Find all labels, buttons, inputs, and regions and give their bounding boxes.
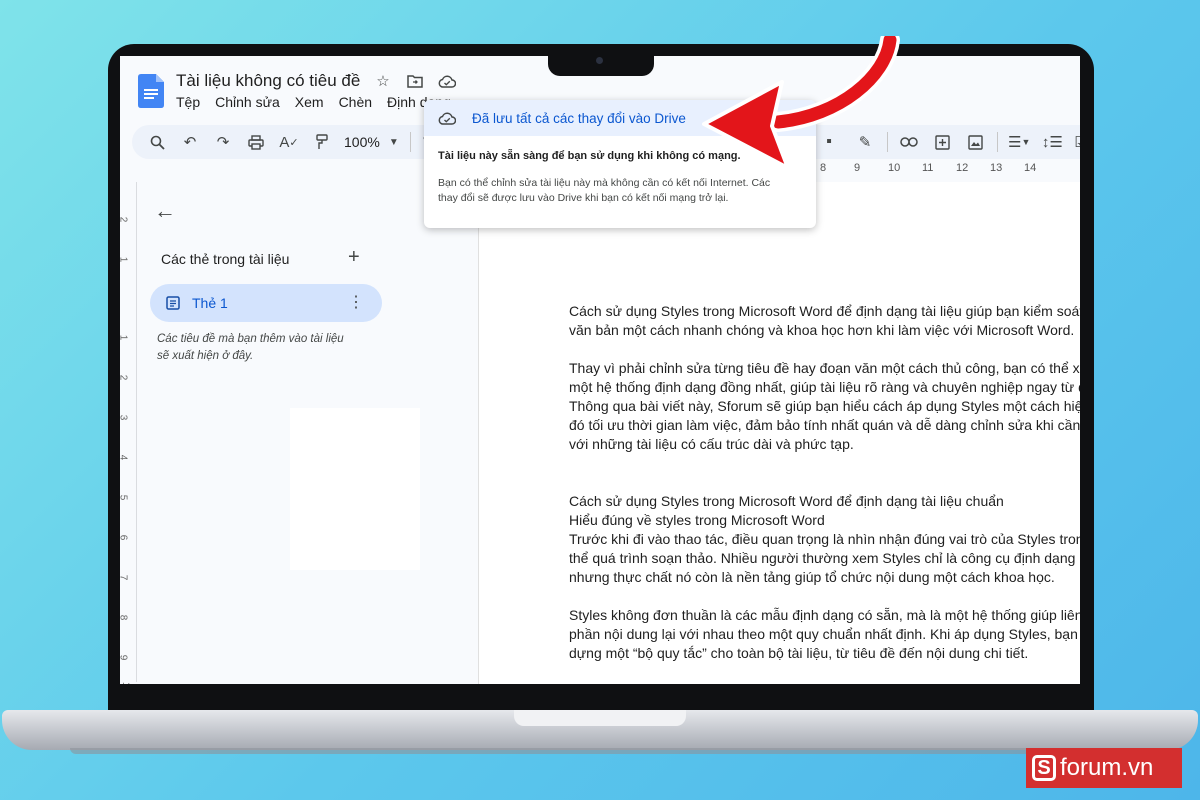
sforum-watermark: S forum.vn	[1026, 748, 1182, 788]
text-line: Thông qua bài viết này, Sforum sẽ giúp b…	[569, 398, 1080, 414]
document-page[interactable]: Cách sử dụng Styles trong Microsoft Word…	[478, 182, 1080, 684]
print-icon[interactable]	[245, 129, 267, 155]
offline-body-line: thay đổi sẽ được lưu vào Drive khi bạn c…	[438, 192, 729, 204]
save-status-text: Đã lưu tất cả các thay đổi vào Drive	[472, 110, 686, 126]
ruler-mark: 7	[120, 575, 128, 581]
text-line: Trước khi đi vào thao tác, điều quan trọ…	[569, 531, 1080, 547]
ruler-mark: 1	[120, 335, 128, 341]
outline-hint-line: sẽ xuất hiện ở đây.	[157, 350, 254, 362]
text-line: một hệ thống định dạng đồng nhất, giúp t…	[569, 379, 1080, 395]
zoom-value: 100%	[344, 134, 380, 150]
search-menus-icon[interactable]	[146, 129, 168, 155]
paragraph: Cách sử dụng Styles trong Microsoft Word…	[569, 302, 1080, 340]
vertical-ruler[interactable]: 2 1 1 2 3 4 5 6 7 8 9 10	[120, 182, 137, 684]
menu-bar: Tệp Chỉnh sửa Xem Chèn Định dạng	[176, 94, 451, 110]
text-line: phần nội dung lại với nhau theo một quy …	[569, 626, 1080, 642]
move-folder-icon[interactable]	[406, 72, 424, 90]
ruler-mark: 1	[120, 257, 128, 263]
ruler-mark: 11	[922, 162, 934, 174]
checklist-icon[interactable]: ☑▼	[1074, 129, 1080, 155]
outline-hint-line: Các tiêu đề mà bạn thêm vào tài liệu	[157, 333, 344, 345]
redo-icon[interactable]: ↷	[212, 129, 234, 155]
paragraph: Cách sử dụng Styles trong Microsoft Word…	[569, 492, 1080, 587]
text-line: đó tối ưu thời gian làm việc, đảm bảo tí…	[569, 417, 1080, 433]
text-line: Styles không đơn thuần là các mẫu định d…	[569, 607, 1080, 623]
text-line: dựng một “bộ quy tắc” cho toàn bộ tài li…	[569, 645, 1029, 661]
ruler-mark: 8	[120, 615, 128, 621]
ruler-mark: 9	[120, 655, 128, 661]
ruler-mark: 14	[1024, 162, 1037, 174]
text-line: với những tài liệu có cấu trúc dài và ph…	[569, 436, 854, 452]
screen: Tài liệu không có tiêu đề ☆ Tệp Chỉnh sử…	[120, 56, 1080, 684]
menu-edit[interactable]: Chỉnh sửa	[215, 94, 280, 110]
align-left-icon[interactable]: ☰ ▼	[1008, 129, 1030, 155]
ruler-mark: 3	[120, 415, 128, 421]
menu-file[interactable]: Tệp	[176, 94, 200, 110]
toolbar-divider	[409, 132, 411, 152]
laptop-chin	[108, 684, 1094, 712]
text-line: Thay vì phải chỉnh sửa từng tiêu đề hay …	[569, 360, 1080, 376]
camera-notch	[548, 44, 654, 76]
ruler-mark: 2	[120, 217, 128, 223]
more-options-icon[interactable]: ⋮	[348, 292, 364, 312]
laptop-base	[2, 710, 1198, 750]
document-body[interactable]: Cách sử dụng Styles trong Microsoft Word…	[569, 302, 1080, 682]
ruler-mark: 6	[120, 535, 128, 541]
laptop-base-notch	[514, 710, 686, 726]
document-tab-icon	[166, 295, 182, 311]
zoom-select[interactable]: 100% ▼	[344, 129, 399, 155]
toolbar-divider-3	[997, 132, 998, 152]
sforum-logo-icon: S	[1032, 755, 1056, 781]
chevron-down-icon: ▼	[388, 136, 399, 148]
cloud-saved-icon[interactable]	[438, 72, 456, 90]
outline-heading: Các thẻ trong tài liệu	[161, 251, 290, 267]
undo-icon[interactable]: ↶	[179, 129, 201, 155]
laptop-base-shadow	[70, 748, 1130, 754]
tab-item[interactable]: Thẻ 1 ⋮	[150, 284, 382, 322]
ruler-mark: 13	[990, 162, 1003, 174]
ruler-mark: 12	[956, 162, 969, 174]
docs-logo-icon[interactable]	[138, 74, 164, 108]
tab-label: Thẻ 1	[192, 295, 228, 311]
add-tab-icon[interactable]: +	[348, 246, 360, 269]
red-arrow-annotation	[702, 36, 900, 170]
text-line: Hiểu đúng về styles trong Microsoft Word	[569, 512, 825, 528]
text-line: thể quá trình soạn thảo. Nhiều người thư…	[569, 550, 1080, 566]
text-line: Cách sử dụng Styles trong Microsoft Word…	[569, 493, 1004, 509]
back-arrow-icon[interactable]: ←	[154, 198, 176, 224]
ruler-mark: 10	[120, 682, 131, 684]
menu-view[interactable]: Xem	[295, 94, 324, 110]
outline-hint: Các tiêu đề mà bạn thêm vào tài liệu sẽ …	[157, 331, 367, 365]
ruler-mark: 4	[120, 455, 128, 461]
cloud-check-icon	[438, 112, 460, 125]
add-comment-icon[interactable]	[931, 129, 953, 155]
paint-format-icon[interactable]	[311, 129, 333, 155]
menu-insert[interactable]: Chèn	[339, 94, 372, 110]
paragraph: Styles không đơn thuần là các mẫu định d…	[569, 606, 1080, 663]
ruler-mark: 5	[120, 495, 128, 501]
blank-panel	[290, 408, 420, 570]
camera-icon	[596, 57, 603, 64]
title-icons: ☆	[374, 72, 456, 90]
document-title[interactable]: Tài liệu không có tiêu đề	[176, 71, 360, 91]
insert-image-icon[interactable]	[964, 129, 986, 155]
line-spacing-icon[interactable]: ↕☰	[1041, 129, 1063, 155]
star-icon[interactable]: ☆	[374, 72, 392, 90]
ruler-mark: 2	[120, 375, 128, 381]
text-line: văn bản một cách nhanh chóng và khoa học…	[569, 322, 1075, 338]
spellcheck-icon[interactable]: A ✓	[278, 129, 300, 155]
paragraph: Thay vì phải chỉnh sửa từng tiêu đề hay …	[569, 359, 1080, 454]
text-line: Cách sử dụng Styles trong Microsoft Word…	[569, 303, 1080, 319]
text-line: nhưng thực chất nó còn là nền tảng giúp …	[569, 569, 1055, 585]
watermark-text: forum.vn	[1060, 754, 1154, 781]
